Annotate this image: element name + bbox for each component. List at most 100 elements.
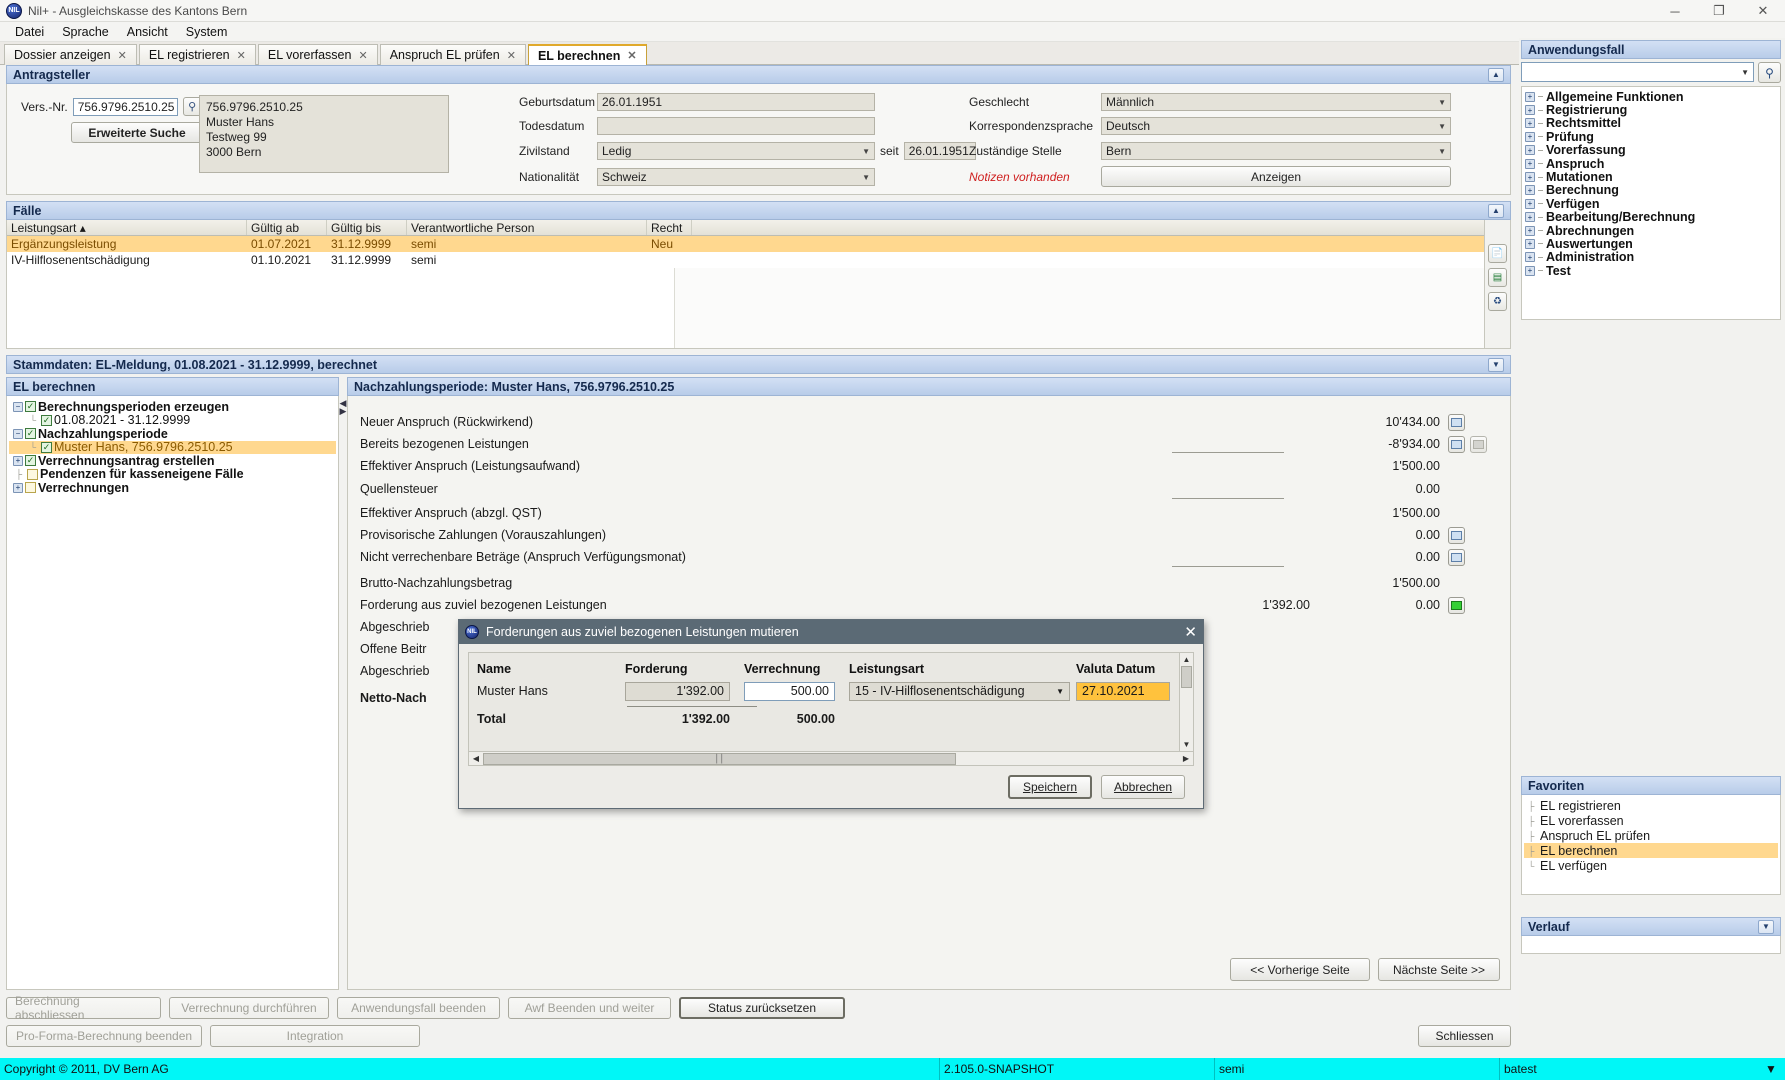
close-icon[interactable]: ✕ bbox=[507, 49, 516, 62]
sidebar-item-mutationen[interactable]: + Mutationen bbox=[1525, 170, 1777, 184]
expander-plus-icon[interactable]: + bbox=[1525, 238, 1535, 249]
sidebar-item-test[interactable]: + Test bbox=[1525, 264, 1777, 278]
naechste-seite-button[interactable]: Nächste Seite >> bbox=[1378, 958, 1500, 981]
sidebar-item-registrierung[interactable]: + Registrierung bbox=[1525, 103, 1777, 117]
speichern-button[interactable]: Speichern bbox=[1008, 775, 1092, 799]
column-recht[interactable]: Recht bbox=[647, 220, 692, 235]
close-icon[interactable]: ✕ bbox=[627, 49, 636, 62]
sidebar-item-allgemeine-funktionen[interactable]: + Allgemeine Funktionen bbox=[1525, 90, 1777, 104]
checkbox-checked-icon[interactable]: ✓ bbox=[25, 428, 36, 440]
tab-dossier-anzeigen[interactable]: Dossier anzeigen ✕ bbox=[4, 44, 137, 65]
pro-forma-berechnung-beenden-button[interactable]: Pro-Forma-Berechnung beenden bbox=[6, 1025, 202, 1047]
expander-plus-icon[interactable]: + bbox=[1525, 252, 1535, 263]
checkbox-checked-icon[interactable]: ✓ bbox=[41, 414, 52, 426]
anwendungsfall-beenden-button[interactable]: Anwendungsfall beenden bbox=[337, 997, 500, 1019]
seit-field[interactable]: 26.01.1951 bbox=[903, 142, 976, 160]
sidebar-item-rechtsmittel[interactable]: + Rechtsmittel bbox=[1525, 116, 1777, 130]
chevron-down-icon[interactable]: ▼ bbox=[1758, 919, 1774, 934]
menu-item-system[interactable]: System bbox=[177, 23, 237, 41]
chevron-right-icon[interactable]: ▶ bbox=[1179, 754, 1193, 763]
checkbox-checked-icon[interactable]: ✓ bbox=[41, 441, 52, 453]
close-icon[interactable]: ✕ bbox=[118, 49, 127, 62]
sidebar-item-anspruch[interactable]: + Anspruch bbox=[1525, 157, 1777, 171]
favorite-el-verfuegen[interactable]: └ EL verfügen bbox=[1524, 858, 1778, 873]
blank-icon[interactable] bbox=[1470, 435, 1487, 453]
table-row[interactable]: Ergänzungsleistung 01.07.2021 31.12.9999… bbox=[7, 236, 1484, 252]
menu-item-sprache[interactable]: Sprache bbox=[53, 23, 118, 41]
leistungsart-select[interactable]: 15 - IV-Hilflosenentschädigung ▼ bbox=[849, 681, 1070, 701]
table-row[interactable]: IV-Hilflosenentschädigung 01.10.2021 31.… bbox=[7, 252, 1484, 268]
chevron-down-icon[interactable]: ▼ bbox=[1741, 68, 1749, 77]
list-icon[interactable] bbox=[1448, 548, 1465, 566]
close-icon[interactable]: ✕ bbox=[358, 49, 367, 62]
close-button[interactable]: ✕ bbox=[1741, 0, 1785, 22]
todesdatum-field[interactable] bbox=[597, 117, 875, 135]
sidebar-item-verfuegen[interactable]: + Verfügen bbox=[1525, 197, 1777, 211]
geburtsdatum-field[interactable]: 26.01.1951 bbox=[597, 93, 875, 111]
checkbox-unchecked-icon[interactable] bbox=[25, 482, 36, 494]
expander-minus-icon[interactable]: − bbox=[13, 428, 23, 439]
expander-plus-icon[interactable]: + bbox=[1525, 225, 1535, 236]
menu-item-datei[interactable]: Datei bbox=[6, 23, 53, 41]
column-gueltig-bis[interactable]: Gültig bis bbox=[327, 220, 407, 235]
list-icon[interactable] bbox=[1448, 526, 1465, 544]
dialog-vertical-scrollbar[interactable]: ▲ ▼ bbox=[1179, 653, 1193, 751]
zustaendige-stelle-select[interactable]: Bern ▼ bbox=[1101, 142, 1451, 160]
chevron-up-icon[interactable]: ▲ bbox=[1488, 203, 1504, 218]
sidebar-item-vorerfassung[interactable]: + Vorerfassung bbox=[1525, 143, 1777, 157]
tab-el-registrieren[interactable]: EL registrieren ✕ bbox=[138, 44, 256, 65]
dialog-horizontal-scrollbar[interactable]: ◀ ││ ▶ bbox=[468, 752, 1194, 766]
chevron-down-icon[interactable]: ▼ bbox=[862, 147, 870, 156]
expander-plus-icon[interactable]: + bbox=[1525, 185, 1535, 196]
tree-node-pendenzen[interactable]: ├ Pendenzen für kasseneigene Fälle bbox=[9, 467, 336, 481]
verrechnung-input[interactable]: 500.00 bbox=[744, 681, 835, 701]
nationalitaet-select[interactable]: Schweiz ▼ bbox=[597, 168, 875, 186]
expander-plus-icon[interactable]: + bbox=[1525, 91, 1535, 102]
anzeigen-button[interactable]: Anzeigen bbox=[1101, 166, 1451, 187]
abbrechen-button[interactable]: Abbrechen bbox=[1101, 775, 1185, 799]
sidebar-item-berechnung[interactable]: + Berechnung bbox=[1525, 183, 1777, 197]
expander-plus-icon[interactable]: + bbox=[1525, 265, 1535, 276]
chevron-up-icon[interactable]: ▲ bbox=[1488, 67, 1504, 82]
scroll-thumb[interactable] bbox=[1181, 666, 1192, 688]
scroll-track[interactable]: ││ bbox=[483, 752, 1179, 765]
tree-node-muster-hans[interactable]: └ ✓ Muster Hans, 756.9796.2510.25 bbox=[9, 440, 336, 454]
verrechnung-durchfuehren-button[interactable]: Verrechnung durchführen bbox=[169, 997, 329, 1019]
expander-plus-icon[interactable]: + bbox=[1525, 212, 1535, 223]
schliessen-button[interactable]: Schliessen bbox=[1418, 1025, 1511, 1047]
chevron-down-icon[interactable]: ▼ bbox=[1438, 122, 1446, 131]
expander-minus-icon[interactable]: − bbox=[13, 401, 23, 412]
magnifier-icon[interactable]: ⚲ bbox=[1758, 62, 1781, 83]
expander-plus-icon[interactable]: + bbox=[13, 482, 23, 493]
tab-el-vorerfassen[interactable]: EL vorerfassen ✕ bbox=[257, 44, 378, 65]
favorite-el-berechnen[interactable]: ├ EL berechnen bbox=[1524, 843, 1778, 858]
expander-plus-icon[interactable]: + bbox=[1525, 172, 1535, 183]
chevron-down-icon[interactable]: ▼ bbox=[1488, 357, 1504, 372]
checkbox-checked-icon[interactable]: ✓ bbox=[25, 401, 36, 413]
integration-button[interactable]: Integration bbox=[210, 1025, 420, 1047]
geschlecht-select[interactable]: Männlich ▼ bbox=[1101, 93, 1451, 111]
expander-plus-icon[interactable]: + bbox=[1525, 158, 1535, 169]
print-icon[interactable]: 📄 bbox=[1488, 244, 1507, 263]
expander-plus-icon[interactable]: + bbox=[13, 455, 23, 466]
zivilstand-select[interactable]: Ledig ▼ bbox=[597, 142, 875, 160]
excel-icon[interactable]: ▤ bbox=[1488, 268, 1507, 287]
chevron-down-icon[interactable]: ▼ bbox=[1438, 98, 1446, 107]
tab-el-berechnen[interactable]: EL berechnen ✕ bbox=[527, 44, 647, 65]
history-icon[interactable]: ♻ bbox=[1488, 292, 1507, 311]
berechnung-abschliessen-button[interactable]: Berechnung abschliessen bbox=[6, 994, 161, 1022]
vers-nr-input[interactable]: 756.9796.2510.25 bbox=[72, 97, 178, 116]
sidebar-item-bearbeitung-berechnung[interactable]: + Bearbeitung/Berechnung bbox=[1525, 210, 1777, 224]
vorherige-seite-button[interactable]: << Vorherige Seite bbox=[1230, 958, 1370, 981]
tree-node-nachzahlungsperiode[interactable]: − ✓ Nachzahlungsperiode bbox=[9, 427, 336, 441]
tree-node-verrechnungsantrag-erstellen[interactable]: + ✓ Verrechnungsantrag erstellen bbox=[9, 454, 336, 468]
tree-node-berechnungsperioden-erzeugen[interactable]: − ✓ Berechnungsperioden erzeugen bbox=[9, 400, 336, 414]
favorite-anspruch-el-pruefen[interactable]: ├ Anspruch EL prüfen bbox=[1524, 828, 1778, 843]
sidebar-item-pruefung[interactable]: + Prüfung bbox=[1525, 130, 1777, 144]
checkbox-checked-icon[interactable]: ✓ bbox=[25, 455, 36, 467]
scroll-thumb[interactable]: ││ bbox=[483, 752, 957, 765]
tree-node-periode-dates[interactable]: └ ✓ 01.08.2021 - 31.12.9999 bbox=[9, 413, 336, 427]
korrespondenzsprache-select[interactable]: Deutsch ▼ bbox=[1101, 117, 1451, 135]
maximize-button[interactable]: ❐ bbox=[1697, 0, 1741, 22]
chevron-up-icon[interactable]: ▲ bbox=[1183, 653, 1191, 666]
